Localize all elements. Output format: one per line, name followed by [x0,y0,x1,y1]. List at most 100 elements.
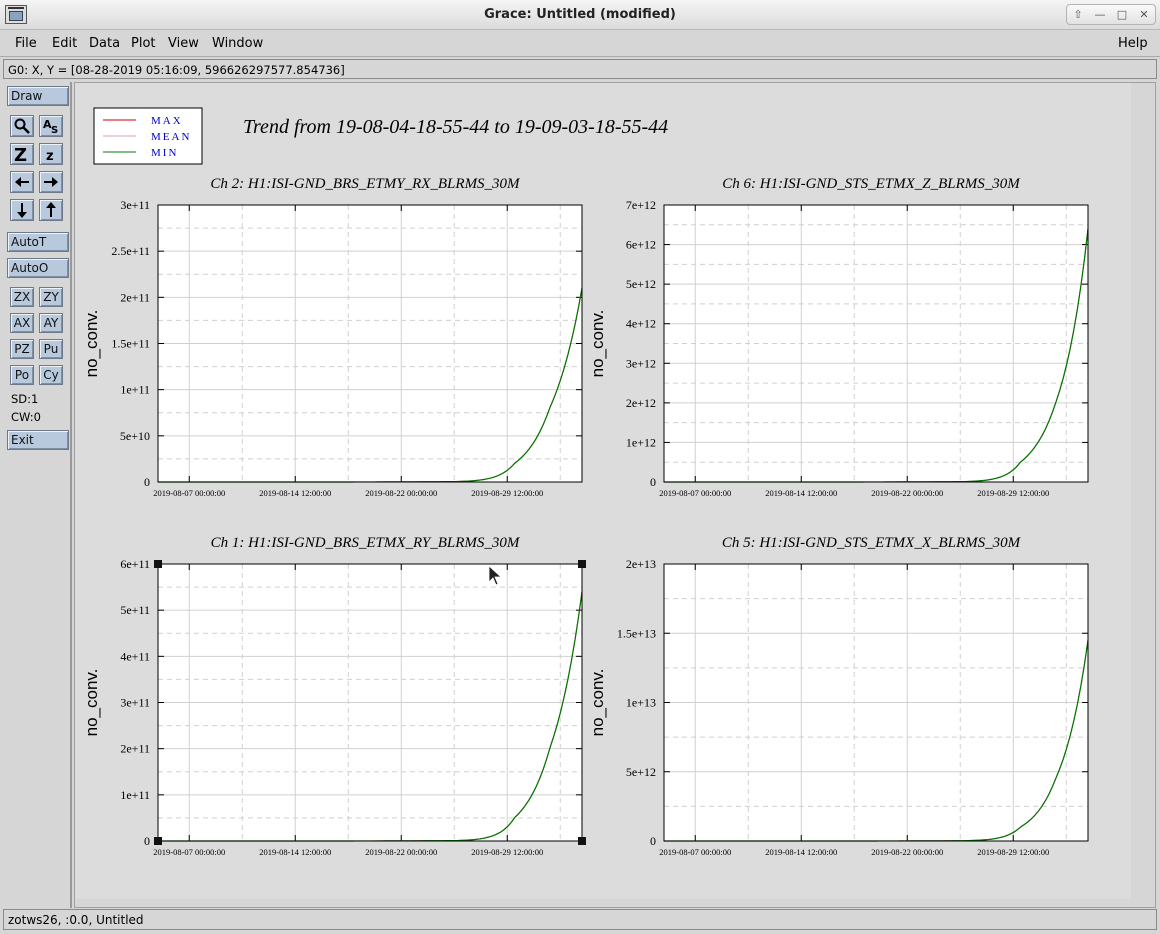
arrow-left-icon [15,177,29,187]
window-controls: ⇧ — □ ✕ [1066,4,1156,25]
y-tick-label: 6e+11 [120,557,150,571]
y-tick-label: 3e+12 [626,356,656,370]
legend-label-max: MAX [151,115,183,127]
x-tick-label: 2019-08-22 00:00:00 [871,847,943,857]
x-tick-label: 2019-08-22 00:00:00 [871,488,943,498]
y-tick-label: 5e+10 [120,429,150,443]
y-tick-label: 2.5e+11 [111,244,150,258]
scroll-left-button[interactable] [10,171,34,193]
y-axis-label: no_conv. [588,669,607,737]
y-axis-label: no_conv. [82,310,101,378]
stack-depth-label: SD:1 [11,392,39,406]
current-world-label: CW:0 [11,410,41,424]
menu-window[interactable]: Window [212,36,263,51]
big-z-icon: Z [14,145,27,166]
menu-help[interactable]: Help [1118,36,1148,51]
autoscale-on-button[interactable]: AutoO [7,258,69,278]
arrow-right-icon [44,177,58,187]
y-tick-label: 4e+12 [626,317,656,331]
shade-icon[interactable]: ⇧ [1069,7,1087,23]
legend-label-min: MIN [151,147,178,159]
close-icon[interactable]: ✕ [1135,7,1153,23]
plot-canvas-frame[interactable]: MAX MEAN MIN Trend from 19-08-04-18-55-4… [74,82,1156,908]
svg-text:S: S [51,125,58,136]
y-tick-label: 1.5e+11 [111,337,150,351]
x-tick-label: 2019-08-29 12:00:00 [977,847,1049,857]
y-tick-label: 0 [650,475,656,489]
autoscale-text-button[interactable]: AS [39,115,63,137]
y-tick-label: 2e+11 [120,290,150,304]
legend-label-mean: MEAN [151,131,191,143]
window-title: Grace: Untitled (modified) [484,7,676,22]
text-size-icon: AS [43,118,58,136]
y-axis-label: no_conv. [82,669,101,737]
y-tick-label: 2e+13 [626,557,656,571]
x-tick-label: 2019-08-07 00:00:00 [153,488,225,498]
y-tick-label: 3e+11 [120,198,150,212]
selection-handle [154,560,162,568]
graph-title: Ch 1: H1:ISI-GND_BRS_ETMX_RY_BLRMS_30M [211,535,521,551]
menu-edit[interactable]: Edit [52,36,77,51]
scroll-up-button[interactable] [39,199,63,221]
graph-title: Ch 5: H1:ISI-GND_STS_ETMX_X_BLRMS_30M [722,535,1022,551]
y-tick-label: 0 [650,834,656,848]
zoom-in-button[interactable]: Z [10,143,34,166]
zoom-x-button[interactable]: ZX [10,287,34,307]
zoom-icon-button[interactable] [10,115,34,137]
selection-handle [578,837,586,845]
scroll-right-button[interactable] [39,171,63,193]
plot-canvas[interactable]: MAX MEAN MIN Trend from 19-08-04-18-55-4… [75,83,1155,907]
y-tick-label: 2e+11 [120,742,150,756]
menu-plot[interactable]: Plot [131,36,156,51]
y-tick-label: 6e+12 [626,238,656,252]
exit-button[interactable]: Exit [7,430,69,450]
maximize-icon[interactable]: □ [1113,7,1131,23]
push-zoom-button[interactable]: PZ [10,339,34,359]
y-tick-label: 5e+12 [626,765,656,779]
svg-text:z: z [46,149,54,164]
x-tick-label: 2019-08-29 12:00:00 [471,488,543,498]
menu-view[interactable]: View [168,36,199,51]
x-tick-label: 2019-08-14 12:00:00 [765,488,837,498]
y-tick-label: 1e+12 [626,435,656,449]
menu-file[interactable]: File [15,36,37,51]
tool-panel: Draw AS Z z AutoT AutoO ZX ZY AX AY PZ P… [0,82,72,908]
x-tick-label: 2019-08-07 00:00:00 [659,488,731,498]
graph-title: Ch 2: H1:ISI-GND_BRS_ETMY_RX_BLRMS_30M [210,176,521,192]
x-tick-label: 2019-08-29 12:00:00 [977,488,1049,498]
push-button[interactable]: Pu [39,339,63,359]
zoom-out-button[interactable]: z [39,143,63,165]
magnifier-icon [14,118,30,134]
x-tick-label: 2019-08-07 00:00:00 [153,847,225,857]
small-z-icon: z [46,149,54,164]
status-bar: zotws26, :0.0, Untitled [3,909,1157,930]
y-tick-label: 5e+11 [120,603,150,617]
y-tick-label: 1e+13 [626,696,656,710]
y-tick-label: 1e+11 [120,788,150,802]
graph-title: Ch 6: H1:ISI-GND_STS_ETMX_Z_BLRMS_30M [722,176,1021,192]
x-tick-label: 2019-08-14 12:00:00 [259,847,331,857]
y-tick-label: 1.5e+13 [617,626,656,640]
svg-text:Z: Z [14,145,27,164]
menu-data[interactable]: Data [89,36,120,51]
autoscale-ticks-button[interactable]: AutoT [7,232,69,252]
window-titlebar[interactable]: Grace: Untitled (modified) ⇧ — □ ✕ [0,0,1160,30]
x-tick-label: 2019-08-22 00:00:00 [365,488,437,498]
draw-button[interactable]: Draw [7,86,69,106]
autoscale-x-button[interactable]: AX [10,313,34,333]
y-tick-label: 7e+12 [626,198,656,212]
selection-handle [154,837,162,845]
autoscale-y-button[interactable]: AY [39,313,63,333]
pop-button[interactable]: Po [10,365,34,385]
minimize-icon[interactable]: — [1091,7,1109,23]
arrow-up-icon [46,202,56,217]
arrow-down-icon [17,203,27,218]
scroll-down-button[interactable] [10,199,34,221]
zoom-y-button[interactable]: ZY [39,287,63,307]
x-tick-label: 2019-08-07 00:00:00 [659,847,731,857]
x-tick-label: 2019-08-29 12:00:00 [471,847,543,857]
y-tick-label: 5e+12 [626,277,656,291]
cycle-button[interactable]: Cy [39,365,63,385]
y-tick-label: 2e+12 [626,396,656,410]
menu-bar: File Edit Data Plot View Window Help [0,31,1160,57]
